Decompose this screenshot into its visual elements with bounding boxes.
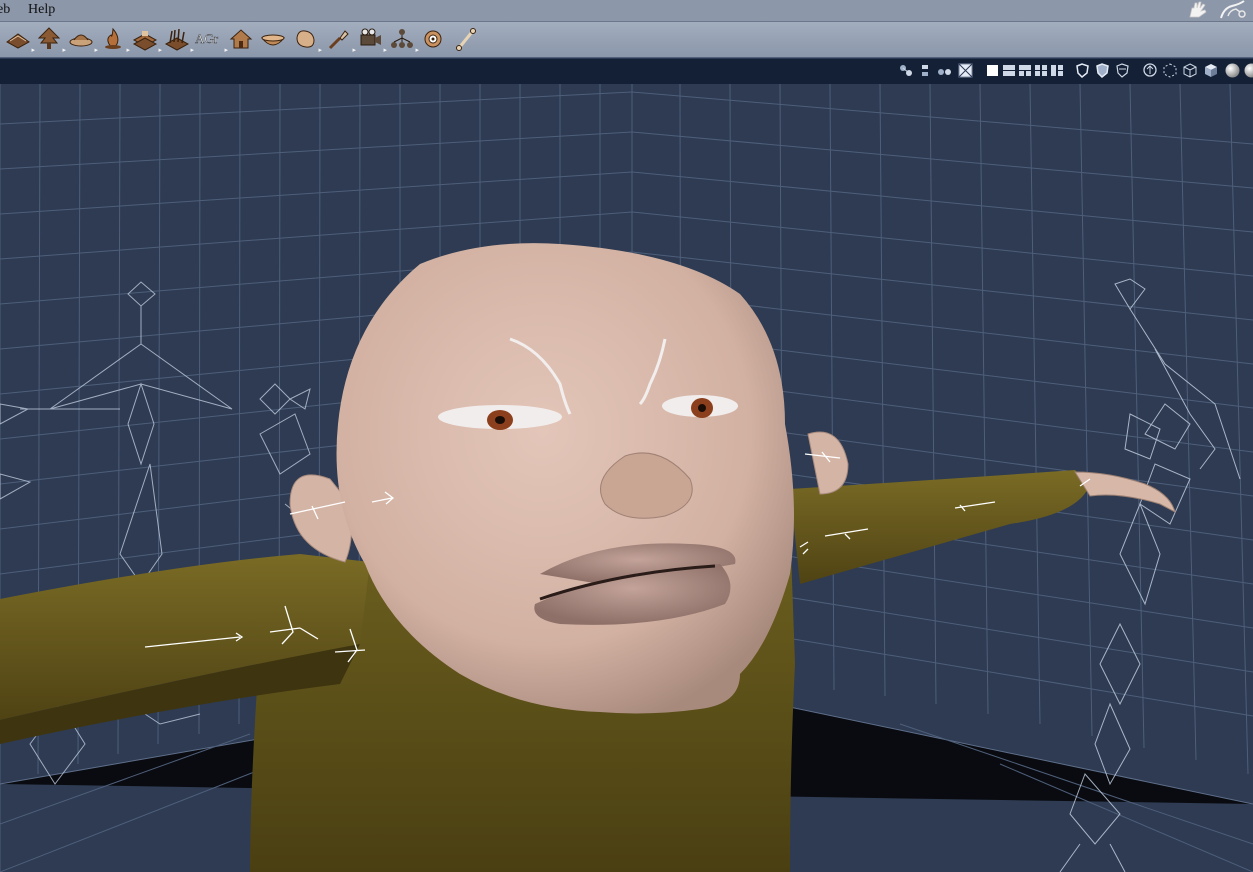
3d-viewport[interactable] — [0, 84, 1253, 872]
bowl-tool-icon[interactable] — [260, 26, 286, 52]
group-icon[interactable] — [937, 63, 952, 78]
dotted-box-icon[interactable] — [1163, 63, 1178, 78]
menu-bar: eb Help — [0, 0, 1253, 22]
solid-cube-icon[interactable] — [1204, 63, 1219, 78]
house-tool-icon[interactable] — [228, 26, 254, 52]
figure-stack-icon[interactable] — [918, 63, 933, 78]
viewport-header — [0, 58, 1253, 85]
right-ear — [807, 431, 849, 495]
shield-c-icon[interactable] — [1115, 63, 1130, 78]
fire-tool-icon[interactable]: ▸ — [100, 26, 130, 54]
brush-tool-icon[interactable]: ▸ — [326, 26, 356, 54]
agr-text-label: AGr — [195, 31, 219, 46]
agr-text-tool-icon[interactable]: AGr ▸ — [194, 26, 228, 54]
layer-stack-tool-icon[interactable]: ▸ — [132, 26, 162, 54]
grid-select-icon[interactable] — [958, 63, 973, 78]
hierarchy-tool-icon[interactable]: ▸ — [389, 26, 419, 54]
shield-a-icon[interactable] — [1075, 63, 1090, 79]
target-tool-icon[interactable] — [421, 26, 447, 52]
two-view-icon[interactable] — [1002, 63, 1017, 78]
arrow-circle-icon[interactable] — [1143, 63, 1158, 78]
shaded-sphere-2-icon[interactable] — [1244, 63, 1253, 78]
camera-tool-icon[interactable]: ▸ — [357, 26, 387, 54]
shaded-sphere-icon[interactable] — [1225, 63, 1240, 78]
blob-tool-icon[interactable]: ▸ — [292, 26, 322, 54]
quad-view-icon[interactable] — [1050, 63, 1065, 78]
three-view-icon[interactable] — [1018, 63, 1033, 78]
molecule-icon[interactable] — [898, 63, 913, 78]
terrain-tool-icon[interactable]: ▸ — [68, 26, 98, 54]
ground-plane-tool-icon[interactable]: ▸ — [5, 26, 35, 54]
grass-tool-icon[interactable]: ▸ — [164, 26, 194, 54]
four-view-icon[interactable] — [1034, 63, 1049, 78]
menu-help[interactable]: Help — [28, 2, 55, 18]
menu-web[interactable]: eb — [0, 2, 10, 18]
toolbar: ▸ ▸ ▸ ▸ ▸ ▸ AGr ▸ ▸ ▸ ▸ ▸ — [0, 22, 1253, 58]
shield-b-icon[interactable] — [1095, 63, 1110, 79]
single-view-icon[interactable] — [986, 63, 1001, 78]
tree-tool-icon[interactable]: ▸ — [36, 26, 66, 54]
wire-cube-icon[interactable] — [1183, 63, 1198, 78]
bone-tool-icon[interactable] — [454, 26, 480, 52]
